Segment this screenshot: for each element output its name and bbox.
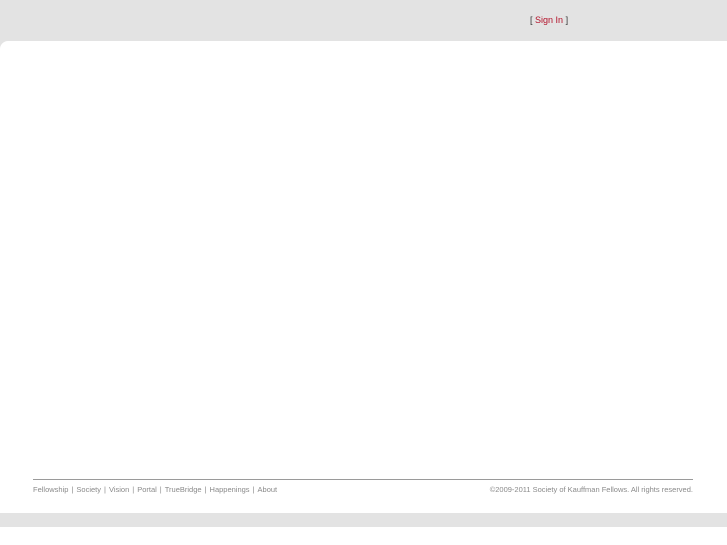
footer-link-vision[interactable]: Vision [109,485,129,494]
footer-separator: | [104,485,106,494]
main-content: Fellowship | Society | Vision | Portal | TrueBri… [0,41,727,513]
signin-link[interactable]: Sign In [535,15,563,25]
footer-divider [33,479,693,480]
signin-area: [ Sign In ] [530,15,568,25]
bottom-strip [0,527,727,545]
footer-link-society[interactable]: Society [76,485,101,494]
signin-bracket-close: ] [565,15,569,25]
copyright-text: ©2009-2011 Society of Kauffman Fellows. … [489,485,693,494]
footer-separator: | [159,485,162,494]
footer-separator: | [71,485,74,494]
footer-link-truebridge[interactable]: TrueBridge [165,485,202,494]
bottom-band [0,513,727,527]
footer-link-about[interactable]: About [258,485,278,494]
footer-separator: | [132,485,135,494]
page: [ Sign In ] Fellowship | Society | Vision | Po… [0,0,727,545]
footer-link-happenings[interactable]: Happenings [210,485,250,494]
footer-separator: | [252,485,255,494]
footer-separator: | [204,485,207,494]
top-bar: [ Sign In ] [0,0,727,42]
signin-bracket-open: [ [530,15,533,25]
footer-link-portal[interactable]: Portal [137,485,157,494]
footer-link-fellowship[interactable]: Fellowship [33,485,68,494]
footer-nav: Fellowship | Society | Vision | Portal | TrueBri… [33,485,277,494]
